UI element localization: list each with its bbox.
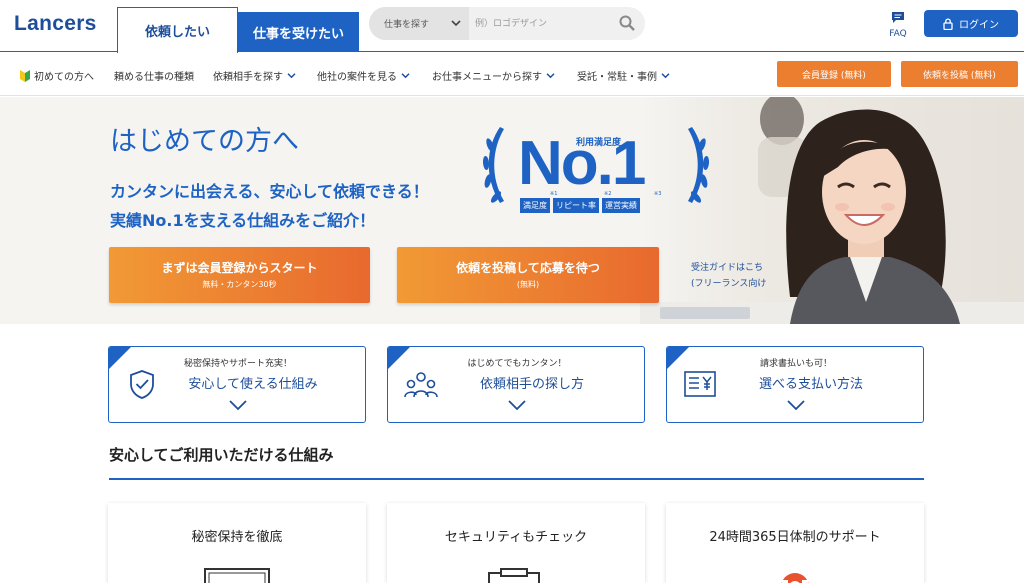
feature-card-find-partner[interactable]: はじめてでもカンタン！ 依頼相手の探し方 — [387, 346, 645, 423]
badge-headline: No.1 — [518, 129, 646, 198]
chevron-down-icon — [401, 73, 410, 79]
lock-icon — [943, 17, 953, 30]
start-registration-sub: 無料・カンタン30秒 — [202, 280, 277, 289]
nav-other-projects[interactable]: 他社の案件を見る — [317, 68, 410, 83]
support-card-title: 24時間365日体制のサポート — [709, 530, 881, 545]
badge-note-1: ※1 — [550, 191, 558, 197]
search-input[interactable] — [469, 7, 615, 40]
start-registration-label: まずは会員登録からスタート — [161, 261, 318, 275]
nav-contracts-cases[interactable]: 受託・常駐・事例 — [577, 68, 670, 83]
post-request-button[interactable]: 依頼を投稿 (無料) — [901, 61, 1018, 87]
faq-link[interactable]: FAQ — [886, 9, 910, 39]
search-icon[interactable] — [618, 14, 636, 32]
support-card-confidentiality: 秘密保持を徹底 — [108, 503, 366, 583]
lifebuoy-icon — [781, 573, 809, 583]
badge-note-2: ※2 — [604, 191, 612, 197]
chevron-down-icon — [787, 400, 805, 411]
feature-title: 選べる支払い方法 — [758, 377, 863, 392]
chevron-down-icon — [546, 73, 555, 79]
feature-sub: はじめてでもカンタン！ — [467, 359, 567, 369]
hero-title: はじめての方へ — [110, 126, 299, 157]
freelancer-guide-link[interactable]: 受注ガイドはこち (フリーランス向け — [691, 260, 766, 292]
search-bar: 仕事を探す — [369, 7, 645, 40]
nav-work-menu[interactable]: お仕事メニューから探す — [432, 68, 555, 83]
search-category-label: 仕事を探す — [384, 20, 430, 30]
chevron-down-icon — [508, 400, 526, 411]
faq-label: FAQ — [889, 29, 907, 39]
chevron-down-icon — [287, 73, 296, 79]
lancers-logo[interactable]: Lancers — [14, 12, 97, 36]
badge-tag-track-record: 運営実績 — [602, 198, 640, 213]
chat-icon — [892, 12, 904, 23]
badge-tags: 満足度 リピート率 運営実績 — [520, 198, 640, 213]
feature-title: 依頼相手の探し方 — [479, 377, 584, 392]
login-label: ログイン — [959, 20, 999, 31]
chevron-down-icon — [229, 400, 247, 411]
support-card-title: 秘密保持を徹底 — [191, 530, 283, 545]
no1-badge: 利用満足度 No.1 満足度 リピート率 運営実績 ※1 ※2 ※3 — [478, 115, 714, 225]
chevron-down-icon — [451, 20, 461, 27]
section-divider — [109, 478, 924, 480]
register-button[interactable]: 会員登録 (無料) — [777, 61, 891, 87]
beginner-mark-icon — [20, 69, 30, 82]
nav-job-types-label: 頼める仕事の種類 — [114, 72, 194, 83]
feature-card-safety[interactable]: 秘密保持やサポート充実！ 安心して使える仕組み — [108, 346, 366, 423]
feature-sub: 秘密保持やサポート充実！ — [183, 359, 292, 369]
clipboard-icon — [488, 568, 540, 583]
feature-card-payment[interactable]: 請求書払いも可！ 選べる支払い方法 — [666, 346, 924, 423]
guide-line-1: 受注ガイドはこち — [691, 263, 764, 273]
badge-tag-repeat-rate: リピート率 — [553, 198, 599, 213]
start-registration-button[interactable]: まずは会員登録からスタート 無料・カンタン30秒 — [109, 247, 370, 303]
tab-client[interactable]: 依頼したい — [117, 7, 238, 53]
feature-title: 安心して使える仕組み — [188, 377, 318, 392]
nav-beginners[interactable]: 初めての方へ — [20, 68, 94, 83]
support-card-title: セキュリティもチェック — [444, 530, 588, 545]
search-category-select[interactable]: 仕事を探す — [369, 7, 469, 40]
post-and-wait-button[interactable]: 依頼を投稿して応募を待つ (無料) — [397, 247, 659, 303]
nav-beginners-label: 初めての方へ — [34, 72, 94, 83]
document-icon — [204, 568, 270, 583]
guide-line-2: (フリーランス向け — [691, 279, 767, 289]
hero-lead: カンタンに出会える、安心して依頼できる！ 実績No.1を支える仕組みをご紹介！ — [110, 177, 429, 235]
chevron-down-icon — [661, 73, 670, 79]
nav-find-partner-label: 依頼相手を探す — [213, 72, 283, 83]
support-card-24h: 24時間365日体制のサポート — [666, 503, 924, 583]
post-and-wait-sub: (無料) — [516, 280, 540, 289]
nav-contracts-cases-label: 受託・常駐・事例 — [577, 72, 657, 83]
nav-other-projects-label: 他社の案件を見る — [317, 72, 397, 83]
nav-job-types[interactable]: 頼める仕事の種類 — [114, 68, 194, 83]
hero-lead-line-2: 実績No.1を支える仕組みをご紹介！ — [110, 211, 376, 230]
feature-sub: 請求書払いも可！ — [759, 359, 832, 369]
hero-banner: はじめての方へ カンタンに出会える、安心して依頼できる！ 実績No.1を支える仕… — [0, 97, 1024, 324]
support-card-security: セキュリティもチェック — [387, 503, 645, 583]
section-title: 安心してご利用いただける仕組み — [109, 446, 334, 464]
site-header: Lancers 依頼したい 仕事を受けたい 仕事を探す FAQ ログイン — [0, 0, 1024, 53]
nav-work-menu-label: お仕事メニューから探す — [432, 72, 542, 83]
post-and-wait-label: 依頼を投稿して応募を待つ — [456, 261, 600, 275]
nav-find-partner[interactable]: 依頼相手を探す — [213, 68, 296, 83]
tab-worker[interactable]: 仕事を受けたい — [238, 12, 359, 52]
login-button[interactable]: ログイン — [924, 10, 1018, 37]
badge-tag-satisfaction: 満足度 — [520, 198, 550, 213]
hero-lead-line-1: カンタンに出会える、安心して依頼できる！ — [110, 182, 429, 201]
badge-note-3: ※3 — [654, 191, 662, 197]
